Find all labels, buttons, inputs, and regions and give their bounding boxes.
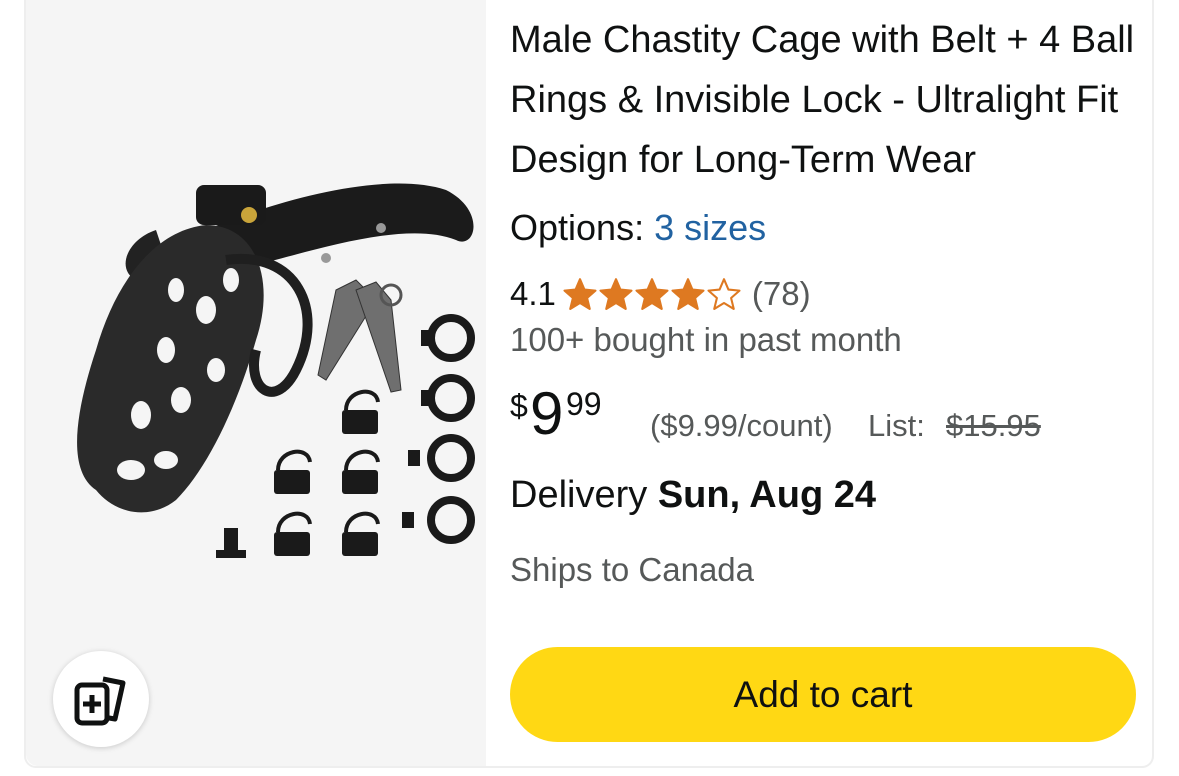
delivery-info: Delivery Sun, Aug 24	[510, 474, 876, 517]
delivery-label: Delivery	[510, 474, 648, 516]
options-label: Options:	[510, 207, 645, 248]
compare-button[interactable]	[53, 651, 149, 747]
review-count[interactable]: (78)	[752, 275, 811, 313]
price-symbol: $	[510, 388, 528, 424]
star-rating	[562, 277, 742, 311]
price-fraction: 99	[566, 386, 602, 422]
price-whole: 9	[530, 380, 564, 447]
star-full-icon	[563, 278, 597, 310]
product-image-pane[interactable]	[26, 0, 486, 766]
product-card[interactable]: Male Chastity Cage with Belt + 4 Ball Ri…	[24, 0, 1154, 768]
star-empty-icon	[707, 278, 741, 310]
options-row: Options: 3 sizes	[510, 207, 766, 249]
add-to-cart-button[interactable]: Add to cart	[510, 647, 1136, 742]
rating-value: 4.1	[510, 275, 556, 312]
bought-count: 100+ bought in past month	[510, 321, 902, 358]
rating-row[interactable]: 4.1 (78)	[510, 272, 811, 316]
options-link[interactable]: 3 sizes	[654, 207, 766, 248]
list-price: $15.95	[946, 408, 1041, 443]
star-full-icon	[671, 278, 705, 310]
product-title[interactable]: Male Chastity Cage with Belt + 4 Ball Ri…	[510, 10, 1140, 190]
product-image[interactable]	[56, 170, 476, 570]
star-full-icon	[635, 278, 669, 310]
star-full-icon	[599, 278, 633, 310]
delivery-date: Sun, Aug 24	[657, 474, 876, 516]
ships-to: Ships to Canada	[510, 551, 755, 588]
list-price-label: List:	[868, 408, 925, 443]
unit-price: ($9.99/count)	[650, 408, 833, 443]
compare-cards-icon	[74, 676, 126, 726]
